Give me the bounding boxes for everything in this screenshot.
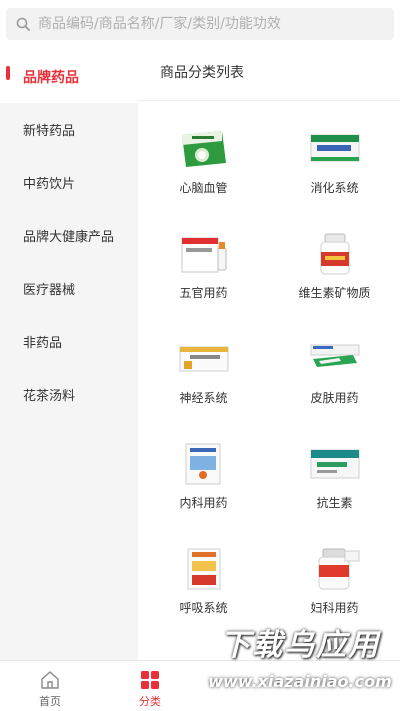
tab-home[interactable]: 首页 — [0, 661, 100, 711]
sidebar-item-label: 中药饮片 — [23, 177, 76, 192]
category-label: 皮肤用药 — [310, 391, 359, 405]
search-input[interactable] — [38, 16, 378, 32]
category-label: 消化系统 — [310, 181, 359, 195]
category-label: 五官用药 — [179, 286, 228, 300]
sidebar-item-label: 非药品 — [23, 336, 63, 351]
medicine-box-yellow-icon — [179, 346, 229, 372]
sidebar-item-health-products[interactable]: 品牌大健康产品 — [0, 209, 138, 262]
watermark-title: 下载乌应用 — [220, 628, 380, 663]
sidebar-item-label: 品牌大健康产品 — [23, 230, 115, 245]
medicine-box-orange-icon — [187, 548, 221, 590]
ointment-tube-icon — [310, 344, 360, 367]
category-label: 维生素矿物质 — [298, 286, 371, 300]
tab-category[interactable]: 分类 — [100, 661, 200, 711]
sidebar-item-label: 品牌药品 — [23, 69, 79, 86]
sidebar-item-brand-drugs[interactable]: 品牌药品 — [0, 50, 138, 103]
vitamin-bottle-icon — [320, 233, 350, 275]
active-indicator — [6, 66, 10, 80]
tab-label: 分类 — [139, 695, 161, 708]
page-title: 商品分类列表 — [160, 65, 244, 81]
tab-label: 首页 — [39, 695, 61, 708]
category-item-cardio[interactable]: 心脑血管 — [138, 127, 269, 232]
sidebar-item-new-drugs[interactable]: 新特药品 — [0, 103, 138, 156]
watermark: 下载乌应用 www.xiazainiao.com — [200, 622, 400, 711]
divider — [138, 100, 400, 101]
search-box[interactable] — [6, 8, 394, 40]
capsule-bottle-icon — [318, 548, 360, 590]
category-item-skin[interactable]: 皮肤用药 — [269, 337, 400, 442]
eye-drops-icon — [181, 237, 227, 273]
medicine-box-jianwei-icon — [310, 134, 360, 162]
page: 品牌药品 新特药品 中药饮片 品牌大健康产品 医疗器械 非药品 花茶汤料 商品分… — [0, 0, 400, 711]
search-bar — [0, 0, 400, 50]
category-label: 神经系统 — [179, 391, 228, 405]
category-item-digestive[interactable]: 消化系统 — [269, 127, 400, 232]
category-label: 内科用药 — [179, 496, 228, 510]
search-icon — [16, 17, 30, 31]
home-icon — [41, 671, 59, 689]
antibiotic-box-icon — [310, 449, 360, 479]
category-item-antibiotics[interactable]: 抗生素 — [269, 442, 400, 547]
sidebar-item-label: 花茶汤料 — [23, 389, 76, 404]
sidebar-item-non-drugs[interactable]: 非药品 — [0, 315, 138, 368]
grid-icon — [141, 671, 159, 689]
medicine-box-green-icon — [182, 131, 226, 167]
category-item-ent[interactable]: 五官用药 — [138, 232, 269, 337]
category-label: 心脑血管 — [179, 181, 228, 195]
sidebar-item-label: 医疗器械 — [23, 283, 76, 298]
sidebar-item-label: 新特药品 — [23, 124, 76, 139]
sidebar-item-herbal-tea[interactable]: 花茶汤料 — [0, 368, 138, 421]
category-label: 呼吸系统 — [179, 601, 228, 615]
medicine-box-blue-icon — [185, 443, 221, 485]
category-item-nervous[interactable]: 神经系统 — [138, 337, 269, 442]
category-label: 妇科用药 — [310, 601, 359, 615]
sidebar-item-herbal-pieces[interactable]: 中药饮片 — [0, 156, 138, 209]
sidebar-item-medical-devices[interactable]: 医疗器械 — [0, 262, 138, 315]
category-item-vitamins[interactable]: 维生素矿物质 — [269, 232, 400, 337]
category-label: 抗生素 — [316, 496, 353, 510]
watermark-url: www.xiazainiao.com — [208, 672, 392, 691]
category-sidebar: 品牌药品 新特药品 中药饮片 品牌大健康产品 医疗器械 非药品 花茶汤料 — [0, 50, 138, 660]
category-item-internal[interactable]: 内科用药 — [138, 442, 269, 547]
